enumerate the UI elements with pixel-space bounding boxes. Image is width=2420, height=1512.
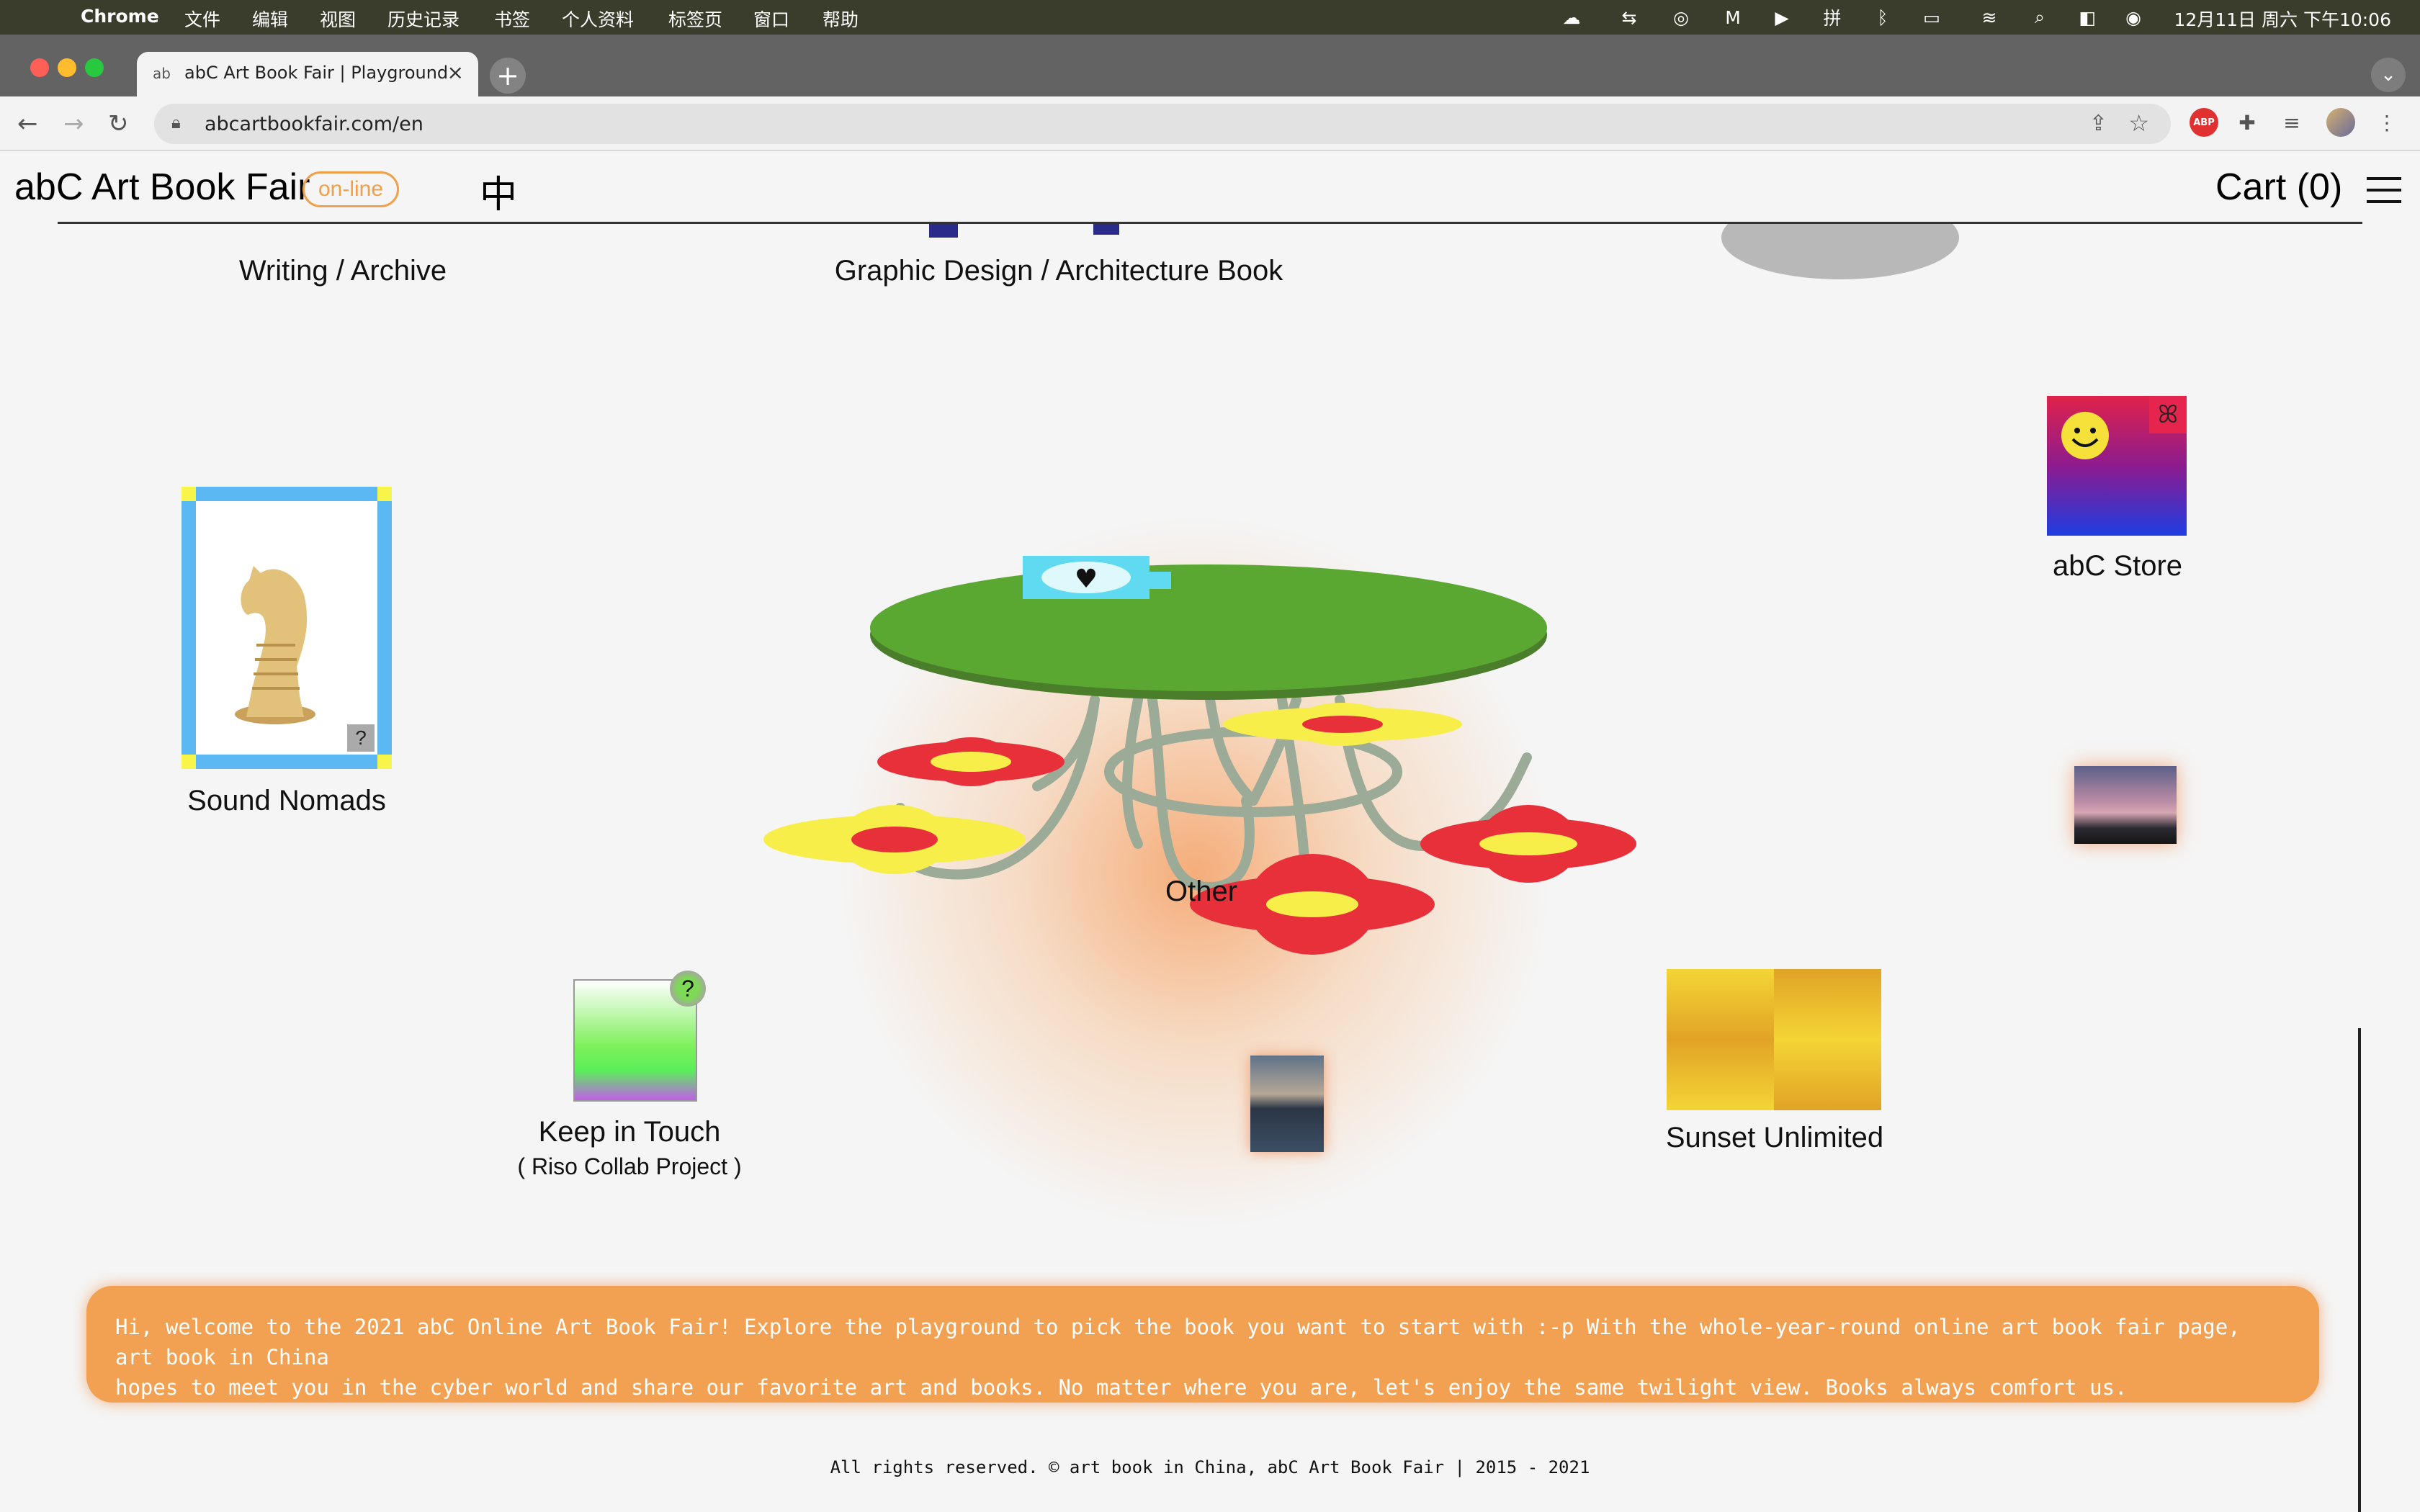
lock-icon[interactable]: 🔒︎ [171,112,181,132]
search-assistant-icon[interactable]: ◎ [1668,4,1694,30]
tab-search-button[interactable]: ⌄ [2371,58,2406,92]
menu-item-file[interactable]: 文件 [184,6,220,32]
bookmark-star-icon[interactable]: ☆ [2128,109,2149,137]
flower-chair [877,737,1065,786]
browser-toolbar: ← → ↻ 🔒︎ abcartbookfair.com/en ⇪ ☆ ABP ✚… [0,96,2420,151]
flower-chair [763,805,1026,874]
welcome-text-line-2: hopes to meet you in the cyber world and… [115,1375,2128,1400]
book-spine-decor [929,222,958,238]
cloud-status-icon[interactable]: ☁ [1559,4,1585,30]
site-favicon-icon: ab [153,65,171,82]
welcome-banner: Hi, welcome to the 2021 abC Online Art B… [86,1286,2319,1403]
category-keep-in-touch[interactable]: Keep in Touch [539,1116,721,1148]
table-top [870,564,1547,691]
bluetooth-icon[interactable]: ᛒ [1870,4,1896,30]
menu-item-view[interactable]: 视图 [320,6,356,32]
extensions-puzzle-icon[interactable]: ✚ [2233,108,2262,137]
site-header: abC Art Book Fair on-line 中 Cart (0) [0,153,2420,223]
menu-item-bookmarks[interactable]: 书签 [494,6,530,32]
forward-button[interactable]: → [63,109,84,138]
category-sunset-unlimited[interactable]: Sunset Unlimited [1666,1122,1883,1154]
menu-item-history[interactable]: 历史记录 [387,6,460,32]
spotlight-search-icon[interactable]: ⌕ [2027,4,2053,30]
share-icon[interactable]: ⇪ [2089,111,2107,136]
menu-item-window[interactable]: 窗口 [753,6,789,32]
category-other[interactable]: Other [1165,876,1237,908]
footer-copyright: All rights reserved. © art book in China… [830,1457,1590,1477]
tab-close-icon[interactable]: × [447,60,464,84]
new-tab-button[interactable]: + [490,58,526,94]
question-mark-icon[interactable]: ? [347,724,375,752]
butterfly-icon: ꕤ [2149,396,2187,433]
m-app-icon[interactable]: M [1720,4,1746,30]
abc-store-image[interactable]: ꕤ [2047,396,2187,536]
category-graphic-design[interactable]: Graphic Design / Architecture Book [835,255,1283,287]
keep-in-touch-subtitle: ( Riso Collab Project ) [517,1153,742,1179]
cart-label: Cart [2215,166,2287,208]
address-bar[interactable]: 🔒︎ abcartbookfair.com/en ⇪ ☆ [154,104,2171,144]
address-url[interactable]: abcartbookfair.com/en [205,113,424,135]
sync-status-icon[interactable]: ⇆ [1616,4,1642,30]
menu-item-profiles[interactable]: 个人资料 [562,6,634,32]
cart-count: (0) [2296,166,2343,208]
window-zoom-button[interactable] [85,58,104,77]
menu-app-name[interactable]: Chrome [81,6,159,27]
back-button[interactable]: ← [17,109,38,138]
flower-chair [1420,805,1636,883]
menu-clock[interactable]: 12月11日 周六 下午10:06 [2174,6,2391,32]
profile-avatar[interactable] [2326,108,2355,137]
table-illustration[interactable]: ♥ [749,369,1657,1031]
category-writing-archive[interactable]: Writing / Archive [239,255,447,287]
scrollbar[interactable] [2358,1028,2361,1512]
site-title[interactable]: abC Art Book Fair [14,166,310,209]
hamburger-menu-icon[interactable] [2367,177,2401,203]
reload-button[interactable]: ↻ [108,109,129,138]
menu-item-tabs[interactable]: 标签页 [668,6,722,32]
online-badge: on-line [302,171,399,207]
window-minimize-button[interactable] [58,58,76,77]
tab-title: abC Art Book Fair | Playground [184,63,449,83]
welcome-text-line-1: Hi, welcome to the 2021 abC Online Art B… [115,1315,2241,1369]
siri-icon[interactable]: ◉ [2120,4,2146,30]
flower-chair [1223,703,1462,746]
question-mark-icon[interactable]: ? [670,971,706,1007]
lake-photo-thumbnail[interactable] [1250,1056,1324,1152]
macos-menu-bar: Chrome 文件 编辑 视图 历史记录 书签 个人资料 标签页 窗口 帮助 ☁… [0,0,2420,35]
menu-item-help[interactable]: 帮助 [823,6,859,32]
heart-icon: ♥ [1075,564,1098,594]
sunset-unlimited-image[interactable] [1667,969,1881,1110]
chess-knight-image [196,501,377,755]
browser-tab-active[interactable]: ab abC Art Book Fair | Playground × [137,52,478,96]
reading-list-icon[interactable]: ≡ [2277,108,2306,137]
cart-link[interactable]: Cart (0) [2215,166,2342,209]
input-method-icon[interactable]: 拼 [1819,4,1845,30]
web-page: abC Art Book Fair on-line 中 Cart (0) Wri… [0,153,2420,1512]
category-sound-nomads[interactable]: Sound Nomads [187,785,386,817]
language-toggle[interactable]: 中 [480,164,517,218]
header-divider [58,222,2362,224]
adblock-extension-icon[interactable]: ABP [2190,108,2218,137]
battery-icon[interactable]: ▭ [1919,4,1945,30]
category-abc-store[interactable]: abC Store [2053,550,2182,582]
play-status-icon[interactable]: ▶ [1769,4,1795,30]
menu-item-edit[interactable]: 编辑 [252,6,288,32]
sunset-photo-thumbnail[interactable] [2074,766,2177,844]
window-close-button[interactable] [30,58,49,77]
browser-menu-icon[interactable]: ⋮ [2372,108,2401,137]
smiley-icon [2061,412,2109,459]
control-center-icon[interactable]: ◧ [2074,4,2100,30]
wifi-icon[interactable]: ≋ [1976,4,2002,30]
sound-nomads-card[interactable]: ? [182,487,392,769]
